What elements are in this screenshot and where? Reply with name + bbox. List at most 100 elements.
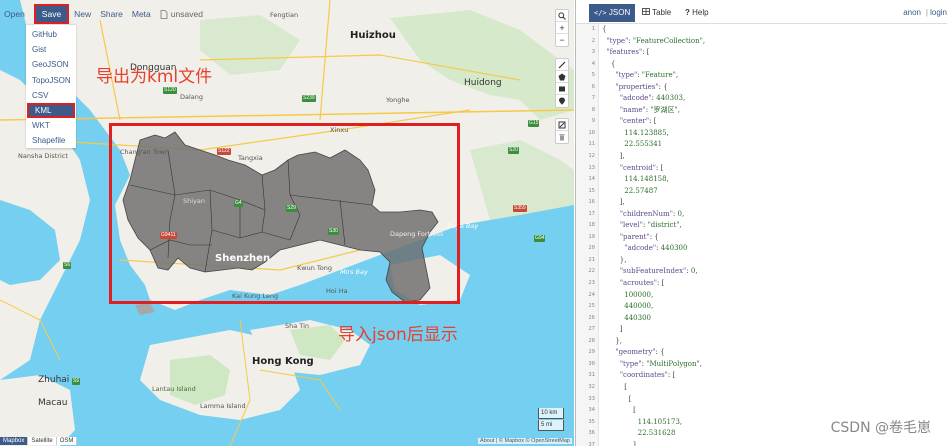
city-label-macau: Macau [38,398,68,408]
table-icon [642,8,650,15]
user-link[interactable]: anon [903,4,921,22]
line-number: 29 [588,349,595,356]
line-number: 4 [591,60,595,67]
code-line: 114.123885, [624,128,669,137]
draw-line-icon[interactable] [556,59,568,71]
code-line: { [602,59,616,68]
line-number: 35 [588,418,595,425]
line-number: 24 [588,291,595,298]
line-number: 16 [588,199,595,206]
code-line: { [602,25,607,33]
map-scale: 10 km 5 mi [538,408,564,432]
imported-area-highlight [109,123,460,304]
code-line: 440000, [624,302,654,311]
line-number: 3 [591,49,595,56]
line-number: 11 [588,141,595,148]
save-menu-item-github[interactable]: GitHub [26,27,76,42]
line-number: 9 [591,118,595,125]
line-number: 19 [588,233,595,240]
line-number: 18 [588,222,595,229]
user-separator: | [925,8,928,17]
line-number: 13 [588,164,595,171]
draw-polygon-icon[interactable] [556,71,568,83]
road-shield: S359 [513,205,527,212]
line-number: 14 [588,176,595,183]
open-button[interactable]: Open [4,4,25,24]
line-number: 32 [588,383,595,390]
layer-osm[interactable]: OSM [57,437,78,445]
line-number: 23 [588,280,595,287]
new-button[interactable]: New [74,4,91,24]
line-number: 33 [588,395,595,402]
save-button[interactable]: Save [33,4,70,24]
road-shield: S239 [302,95,316,102]
unsaved-label: unsaved [170,9,203,19]
json-editor[interactable]: 1 2 3 4 5 6 7 8 9 10 11 12 13 14 15 16 17 18 19 20 21 22 23 24 2… [576,24,947,446]
line-number: 31 [588,372,595,379]
line-number: 28 [588,337,595,344]
code-line: [ [602,394,632,403]
save-menu-item-wkt[interactable]: WKT [26,118,76,133]
line-number: 15 [588,187,595,194]
save-menu-item-topojson[interactable]: TopoJSON [26,73,76,88]
line-number: 27 [588,326,595,333]
edit-layers-icon[interactable] [556,119,568,131]
code-line: "type": "MultiPolygon", [619,359,702,368]
code-line: ], [602,198,625,207]
code-line: "center": [ [619,117,657,126]
code-line: 22.531628 [637,429,676,438]
draw-rectangle-icon[interactable] [556,83,568,95]
map-canvas[interactable]: Huizhou Dongguan Shenzhen Hong Kong Zhuh… [0,0,574,446]
road-shield: S120 [163,87,177,94]
delete-layers-icon[interactable] [556,131,568,143]
code-line: "geometry": { [615,348,665,357]
annotation-import-json: 导入json后显示 [338,325,458,345]
code-line: [ [602,406,636,415]
save-menu-item-kml[interactable]: KML [27,102,75,118]
code-line: 114.105173, [637,417,683,426]
code-icon: </> [594,9,607,17]
map-attribution[interactable]: About | © Mapbox © OpenStreetMap [478,438,572,444]
line-number: 34 [588,407,595,414]
code-line: "level": "district", [619,221,682,230]
tab-help[interactable]: ? Help [680,4,714,22]
tab-json[interactable]: </> JSON [589,4,636,22]
zoom-out-button[interactable]: − [556,34,568,46]
road-shield: S20 [508,147,519,154]
share-button[interactable]: Share [100,4,123,24]
line-number-gutter: 1 2 3 4 5 6 7 8 9 10 11 12 13 14 15 16 17 18 19 20 21 22 23 24 2… [576,24,599,446]
draw-controls [555,58,569,108]
layer-switcher: Mapbox Satellite OSM [0,437,78,445]
save-menu-item-gist[interactable]: Gist [26,42,76,57]
meta-button[interactable]: Meta [132,4,151,24]
tab-table[interactable]: Table [637,4,676,22]
line-number: 2 [591,37,595,44]
code-line: "features": [ [606,48,650,57]
save-menu-item-shapefile[interactable]: Shapefile [26,133,76,148]
city-label-zhuhai: Zhuhai [38,375,70,385]
layer-mapbox[interactable]: Mapbox [0,437,29,445]
save-menu-item-csv[interactable]: CSV [26,88,76,103]
code-line: "name": "罗湖区", [619,105,680,114]
code-content[interactable]: { "type": "FeatureCollection", "features… [602,24,705,446]
town-label: Lamma Island [200,402,246,410]
login-link[interactable]: login [930,4,947,22]
code-line: }, [602,336,623,345]
code-line: "properties": { [615,82,668,91]
line-number: 25 [588,303,595,310]
panel-tabs: </> JSON Table ? Help anon | login [576,0,947,24]
code-line: "parent": { [619,232,659,241]
line-number: 26 [588,314,595,321]
map-search-icon[interactable] [556,10,568,22]
help-icon: ? [685,8,690,17]
annotation-export-kml: 导出为kml文件 [96,67,213,87]
layer-satellite[interactable]: Satellite [28,437,57,445]
line-number: 20 [588,245,595,252]
file-icon [160,9,168,19]
road-shield: G15 [528,120,540,127]
zoom-in-button[interactable]: + [556,22,568,34]
city-label-hongkong: Hong Kong [252,356,314,367]
draw-marker-icon[interactable] [556,95,568,107]
line-number: 22 [588,268,595,275]
save-menu-item-geojson[interactable]: GeoJSON [26,57,76,72]
